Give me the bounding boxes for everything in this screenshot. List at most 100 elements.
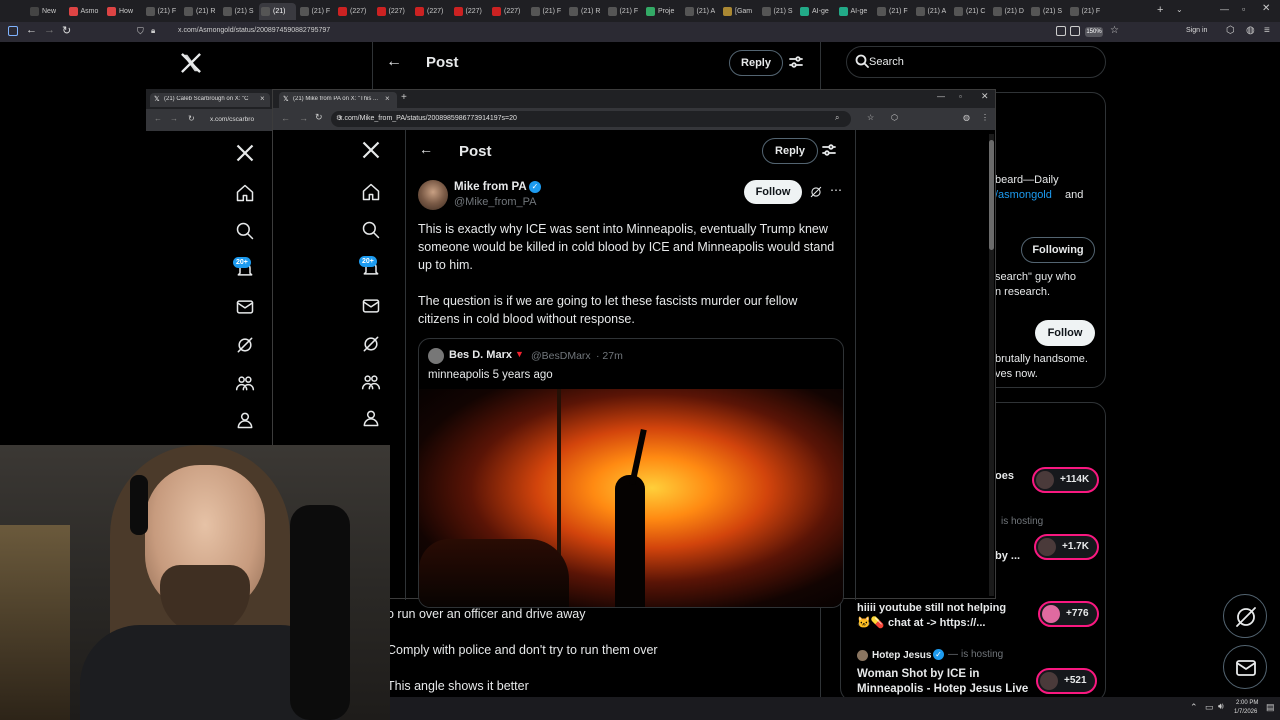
browser-tab[interactable]: (21) A (683, 3, 720, 20)
browser-tab[interactable]: (21) R (182, 3, 219, 20)
author-name[interactable]: Mike from PA (454, 181, 527, 193)
minimize-icon[interactable]: — (937, 92, 945, 101)
close-window-icon[interactable]: ✕ (981, 91, 989, 102)
back-icon[interactable]: ← (154, 114, 162, 123)
browser-tab[interactable]: Asmo (67, 3, 104, 20)
author-avatar[interactable] (418, 180, 448, 210)
new-tab-icon[interactable]: + (1157, 4, 1163, 16)
browser-tab[interactable]: (227) (336, 3, 373, 20)
browser-tab[interactable]: (21) S (221, 3, 258, 20)
home-icon[interactable] (361, 182, 383, 204)
browser-tab[interactable]: (21) R (567, 3, 604, 20)
reload-icon[interactable]: ↻ (315, 112, 323, 123)
profile-avatar-icon[interactable]: ◍ (963, 113, 970, 122)
who-link[interactable]: /asmongold (995, 188, 1052, 203)
live-title-4b[interactable]: Minneapolis - Hotep Jesus Live (857, 682, 1028, 697)
browser-tab[interactable]: (227) (413, 3, 450, 20)
browser-tab[interactable]: AI-ge (837, 3, 874, 20)
menu-icon[interactable]: ≡ (1264, 25, 1270, 36)
bg-search-input[interactable]: Search (846, 46, 1106, 78)
close-tab-icon[interactable]: × (385, 94, 390, 103)
zoom-icon[interactable]: ⌕ (835, 113, 839, 123)
close-tab-icon[interactable]: × (260, 94, 265, 103)
quoted-tweet[interactable]: Bes D. Marx ▼ @BesDMarx · 27m minneapoli… (418, 338, 844, 608)
live-count-pill[interactable]: +776 (1038, 601, 1099, 627)
scrollbar-thumb[interactable] (989, 140, 994, 250)
live-count-pill[interactable]: +114K (1032, 467, 1100, 493)
account-icon[interactable]: ◍ (1246, 25, 1255, 36)
x-logo-icon[interactable] (180, 52, 202, 74)
browser-tab[interactable]: (21) F (606, 3, 643, 20)
win1-scrollbar[interactable] (989, 134, 994, 596)
grok-explain-icon[interactable] (809, 185, 823, 199)
browser-tab[interactable]: New (28, 3, 65, 20)
browser-tab[interactable]: AI-ge (798, 3, 835, 20)
sign-in-button[interactable]: Sign in (1186, 27, 1207, 34)
win2-url[interactable]: x.com/cscarbro (210, 116, 254, 123)
communities-icon[interactable] (361, 372, 383, 394)
reload-icon[interactable]: ↻ (188, 114, 195, 123)
messages-icon[interactable] (361, 296, 383, 318)
browser-tab[interactable]: (227) (490, 3, 527, 20)
follow-button[interactable]: Follow (744, 180, 802, 204)
browser-tab[interactable]: (21) S (760, 3, 797, 20)
live-host-name[interactable]: Hotep Jesus (872, 648, 931, 663)
browser-tab[interactable]: (21) A (914, 3, 951, 20)
live-count-pill[interactable]: +521 (1036, 668, 1097, 694)
bookmark-star-icon[interactable]: ☆ (1110, 25, 1119, 36)
forward-icon[interactable]: → (170, 114, 178, 123)
live-count-pill[interactable]: +1.7K (1034, 534, 1099, 560)
tab-list-icon[interactable]: ⌄ (1176, 5, 1183, 14)
forward-icon[interactable]: → (299, 113, 308, 123)
filter-icon[interactable] (822, 143, 836, 157)
win2-tab[interactable]: 𝕏 (21) Caleb Scarbrough on X: "C × (150, 93, 270, 107)
network-icon[interactable]: ▭ (1205, 702, 1214, 713)
tray-chevron-icon[interactable]: ⌃ (1190, 702, 1198, 713)
extensions-icon[interactable]: ⬡ (891, 113, 898, 122)
maximize-icon[interactable]: ▫ (1242, 4, 1245, 14)
background-browser-window[interactable]: 𝕏 (21) Caleb Scarbrough on X: "C × ← → ↻… (146, 89, 276, 131)
clock-time[interactable]: 2:00 PM (1236, 700, 1258, 706)
forward-icon[interactable]: → (44, 24, 55, 36)
grok-icon[interactable] (361, 334, 383, 356)
grok-floating-button[interactable] (1223, 594, 1267, 638)
notification-center-icon[interactable]: ▤ (1266, 702, 1275, 713)
bg-follow-button[interactable]: Follow (1035, 320, 1095, 346)
bookmark-star-icon[interactable]: ☆ (867, 113, 874, 122)
home-icon[interactable] (235, 183, 257, 205)
close-window-icon[interactable]: ✕ (1262, 3, 1270, 14)
zoom-level[interactable]: 150% (1085, 27, 1103, 37)
reload-icon[interactable]: ↻ (62, 24, 71, 37)
browser-tab[interactable]: (227) (375, 3, 412, 20)
extensions-icon[interactable]: ⬡ (1226, 25, 1235, 36)
back-icon[interactable]: ← (281, 113, 290, 123)
explore-icon[interactable] (235, 221, 257, 243)
profile-icon[interactable] (361, 408, 383, 430)
browser-tab[interactable]: (21) D (991, 3, 1028, 20)
browser-tab[interactable]: Proje (644, 3, 681, 20)
explore-icon[interactable] (361, 220, 383, 242)
communities-icon[interactable] (235, 373, 257, 395)
reader-icon[interactable] (1056, 26, 1066, 36)
clock-date[interactable]: 1/7/2026 (1234, 709, 1257, 715)
browser-tab[interactable]: (21) F (298, 3, 335, 20)
browser-tab[interactable]: (21) F (875, 3, 912, 20)
quote-photo[interactable] (419, 389, 843, 607)
following-button[interactable]: Following (1021, 237, 1095, 263)
grok-icon[interactable] (235, 335, 257, 357)
author-handle[interactable]: @Mike_from_PA (454, 196, 536, 208)
messages-icon[interactable] (235, 297, 257, 319)
live-title-4a[interactable]: Woman Shot by ICE in (857, 667, 979, 682)
screenshot-icon[interactable] (1070, 26, 1080, 36)
x-logo-icon[interactable] (361, 140, 383, 162)
maximize-icon[interactable]: ▫ (959, 92, 962, 101)
browser-tab[interactable]: [Gam (721, 3, 758, 20)
quote-author-name[interactable]: Bes D. Marx (449, 349, 512, 361)
x-logo-icon[interactable] (235, 143, 257, 165)
volume-icon[interactable]: 🔊︎ (1218, 701, 1224, 712)
back-icon[interactable]: ← (26, 24, 37, 36)
browser-tab[interactable]: (21) S (1029, 3, 1066, 20)
browser-tab[interactable]: (227) (452, 3, 489, 20)
win1-tab[interactable]: 𝕏 (21) Mike from PA on X: "This ... × (279, 92, 397, 108)
browser-tab[interactable]: (21) C (952, 3, 989, 20)
